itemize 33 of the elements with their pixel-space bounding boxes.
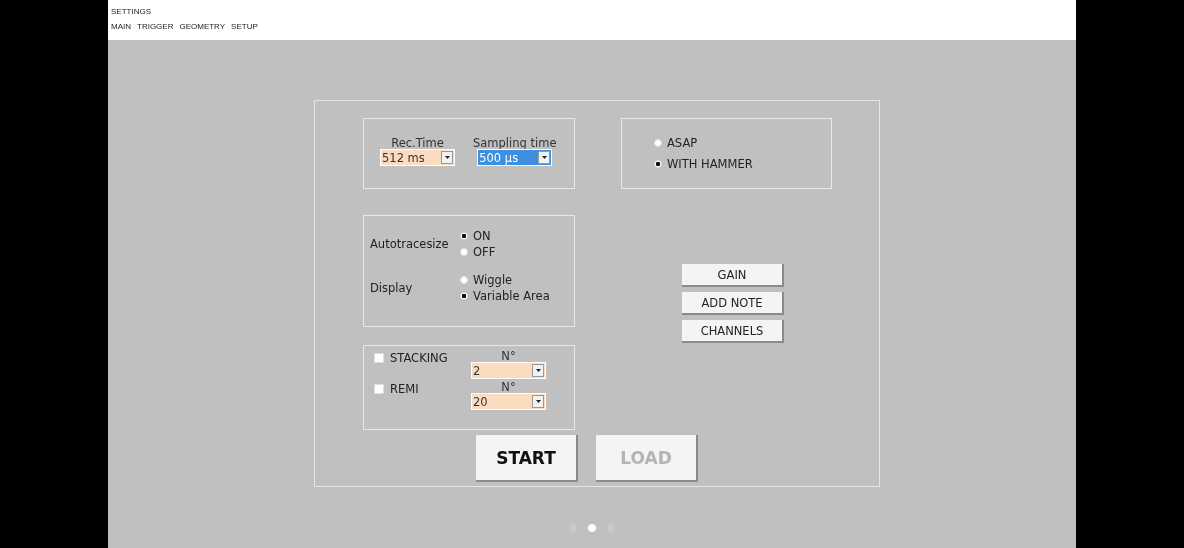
- dropdown-field[interactable]: 512 ms: [380, 149, 455, 166]
- radio-button[interactable]: [460, 276, 468, 284]
- panel-button[interactable]: ADD NOTE: [682, 292, 784, 315]
- menu-item[interactable]: SETUP: [231, 22, 258, 31]
- radio-button[interactable]: [460, 232, 468, 240]
- radio-label[interactable]: ON: [473, 229, 491, 243]
- field-label: N°: [501, 381, 516, 393]
- radio-label[interactable]: OFF: [473, 245, 496, 259]
- radio-button[interactable]: [654, 160, 662, 168]
- radio-label[interactable]: WITH HAMMER: [667, 157, 753, 171]
- window-title: SETTINGS: [111, 7, 152, 16]
- radio-label[interactable]: Wiggle: [473, 273, 513, 287]
- menu-item[interactable]: GEOMETRY: [179, 22, 226, 31]
- option-label: Autotracesize: [370, 237, 450, 251]
- field-label: Rec.Time: [391, 137, 444, 149]
- checkbox[interactable]: STACKING: [374, 351, 471, 365]
- radio-button[interactable]: [654, 139, 662, 147]
- page-dot[interactable]: [588, 524, 596, 532]
- dropdown-field[interactable]: 20: [471, 393, 546, 410]
- radio-label[interactable]: Variable Area: [473, 289, 550, 303]
- dropdown-field[interactable]: 2: [471, 362, 546, 379]
- field-label: Sampling time: [473, 137, 557, 149]
- radio-label[interactable]: ASAP: [667, 136, 698, 150]
- panel-button[interactable]: CHANNELS: [682, 320, 784, 343]
- radio-button[interactable]: [460, 248, 468, 256]
- radio-button[interactable]: [460, 292, 468, 300]
- checkbox[interactable]: REMI: [374, 382, 471, 396]
- panel-button[interactable]: GAIN: [682, 264, 784, 287]
- menu-item[interactable]: TRIGGER: [137, 22, 174, 31]
- field-label: N°: [501, 350, 516, 362]
- option-label: Display: [370, 281, 414, 295]
- action-button[interactable]: START: [476, 435, 578, 482]
- menu-item[interactable]: MAIN: [111, 22, 131, 31]
